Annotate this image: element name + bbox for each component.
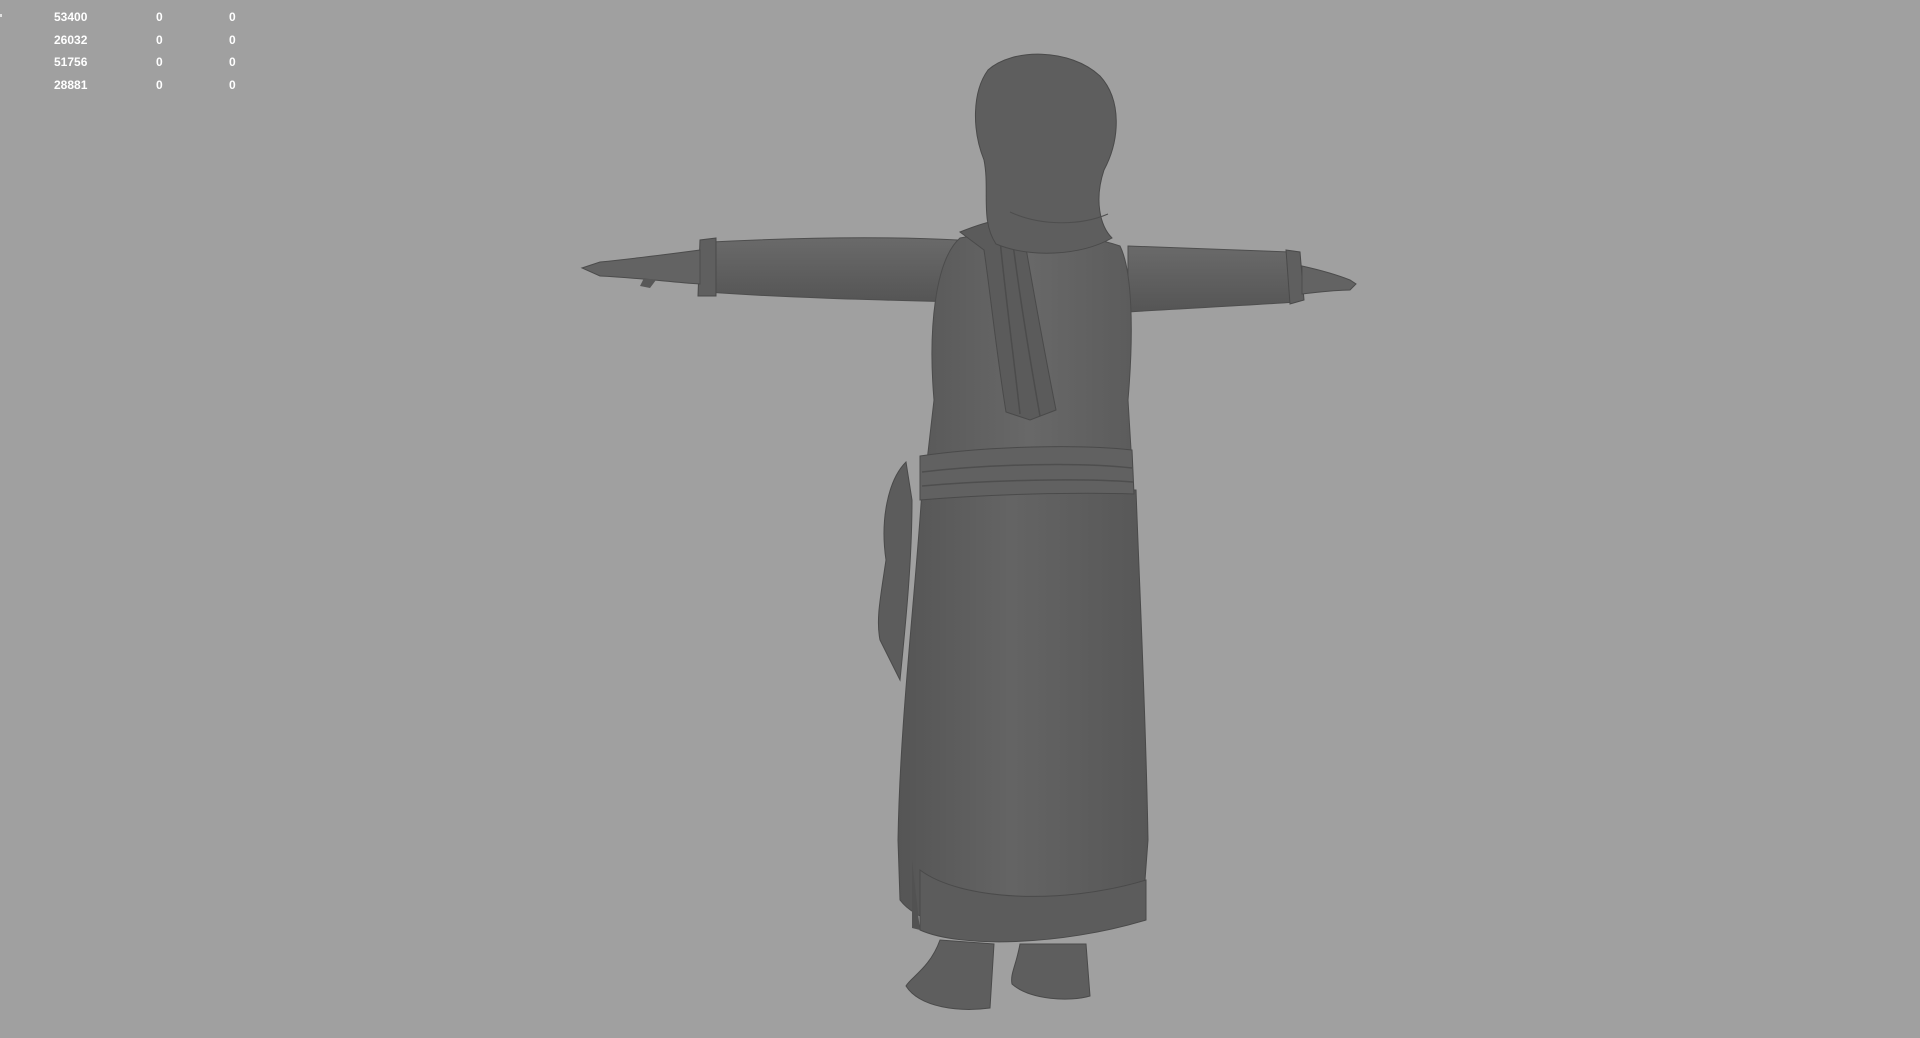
3d-viewport[interactable]: 53400 0 0 26032 0 0 51756 0 0 28881 0 0 [0,0,1920,1038]
sash-tail [877,460,913,682]
waist-sash [919,446,1135,501]
robe [897,489,1149,943]
character-model[interactable] [0,0,1920,1038]
right-arm [1127,245,1357,313]
hood [975,53,1117,254]
left-arm [580,237,961,303]
feet [905,939,1091,1010]
